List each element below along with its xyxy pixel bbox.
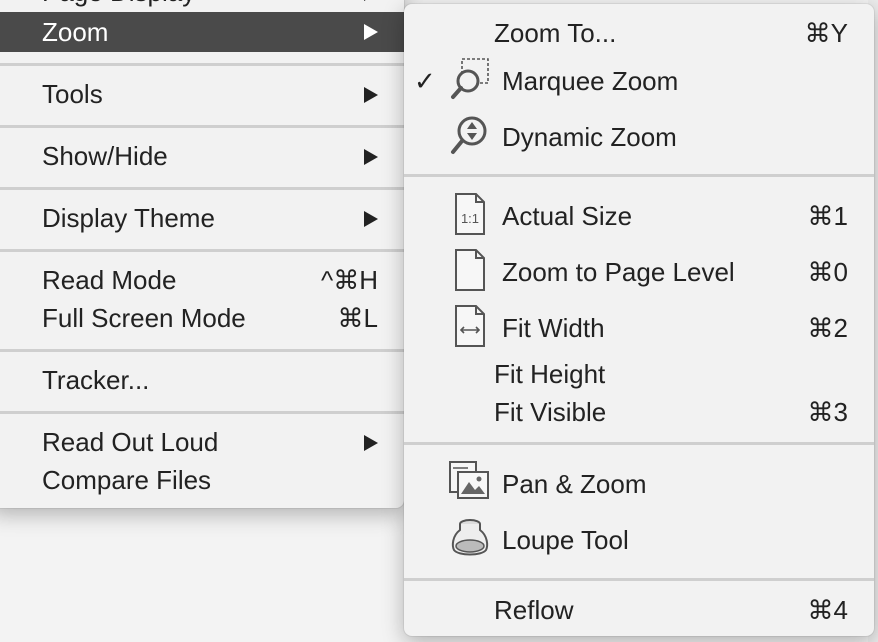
shortcut-label: ⌘1 bbox=[807, 201, 848, 231]
menu-item-tracker[interactable]: Tracker... bbox=[0, 362, 404, 398]
loupe-icon bbox=[448, 516, 492, 560]
menu-item-label: Actual Size bbox=[502, 201, 633, 231]
svg-text:1:1: 1:1 bbox=[461, 211, 479, 226]
menu-separator bbox=[0, 187, 404, 190]
shortcut-label: ⌘Y bbox=[804, 18, 848, 48]
menu-item-display-theme[interactable]: Display Theme bbox=[0, 200, 404, 236]
menu-item-zoom[interactable]: Zoom bbox=[0, 12, 404, 52]
menu-separator bbox=[0, 249, 404, 252]
menu-item-label: Reflow bbox=[494, 595, 574, 625]
menu-item-label: Show/Hide bbox=[42, 141, 168, 171]
menu-item-page-display[interactable]: Page Display bbox=[0, 0, 404, 10]
menu-item-label: Zoom To... bbox=[494, 18, 617, 48]
menu-separator bbox=[404, 174, 874, 177]
dynamic-zoom-icon bbox=[448, 113, 492, 157]
menu-item-label: Tools bbox=[42, 79, 103, 109]
pan-zoom-icon bbox=[448, 460, 492, 504]
menu-item-show-hide[interactable]: Show/Hide bbox=[0, 138, 404, 174]
submenu-item-marquee-zoom[interactable]: ✓ Marquee Zoom bbox=[404, 58, 874, 99]
menu-item-compare-files[interactable]: Compare Files bbox=[0, 462, 404, 498]
shortcut-label: ⌘4 bbox=[807, 595, 848, 625]
submenu-item-zoom-to-page-level[interactable]: Zoom to Page Level ⌘0 bbox=[404, 249, 874, 291]
menu-item-label: Tracker... bbox=[42, 365, 150, 395]
checkmark-icon: ✓ bbox=[414, 66, 436, 96]
submenu-item-fit-height[interactable]: Fit Height bbox=[404, 356, 874, 392]
submenu-arrow-icon bbox=[364, 435, 378, 451]
submenu-arrow-icon bbox=[364, 24, 378, 40]
shortcut-label: ⌘2 bbox=[807, 313, 848, 343]
menu-item-label: Full Screen Mode bbox=[42, 303, 246, 333]
submenu-item-fit-visible[interactable]: Fit Visible ⌘3 bbox=[404, 394, 874, 430]
menu-item-label: Read Mode bbox=[42, 265, 177, 295]
menu-item-label: Fit Width bbox=[502, 313, 605, 343]
menu-item-tools[interactable]: Tools bbox=[0, 76, 404, 112]
submenu-arrow-icon bbox=[364, 0, 378, 1]
menu-item-label: Read Out Loud bbox=[42, 427, 219, 457]
menu-separator bbox=[0, 349, 404, 352]
menu-item-label: Marquee Zoom bbox=[502, 66, 679, 96]
shortcut-label: ^⌘H bbox=[321, 265, 378, 295]
submenu-item-reflow[interactable]: Reflow ⌘4 bbox=[404, 592, 874, 628]
menu-item-label: Page Display bbox=[42, 0, 195, 10]
menu-item-label: Zoom bbox=[42, 17, 109, 47]
submenu-arrow-icon bbox=[364, 87, 378, 103]
actual-size-icon: 1:1 bbox=[448, 192, 492, 236]
menu-item-read-mode[interactable]: Read Mode ^⌘H bbox=[0, 262, 404, 298]
submenu-item-loupe-tool[interactable]: Loupe Tool bbox=[404, 519, 874, 558]
menu-item-label: Loupe Tool bbox=[502, 525, 629, 555]
menu-item-full-screen-mode[interactable]: Full Screen Mode ⌘L bbox=[0, 300, 404, 336]
submenu-item-zoom-to[interactable]: Zoom To... ⌘Y bbox=[404, 15, 874, 51]
view-menu: Page Display Zoom Tools Show/Hide Displa… bbox=[0, 0, 404, 508]
submenu-item-dynamic-zoom[interactable]: Dynamic Zoom bbox=[404, 116, 874, 155]
menu-separator bbox=[0, 411, 404, 414]
menu-separator bbox=[404, 578, 874, 581]
submenu-arrow-icon bbox=[364, 149, 378, 165]
zoom-submenu: Zoom To... ⌘Y ✓ Marquee Zoom Dynamic Zoo… bbox=[404, 4, 874, 636]
menu-item-label: Fit Height bbox=[494, 359, 606, 389]
menu-separator bbox=[0, 63, 404, 66]
menu-separator bbox=[0, 125, 404, 128]
marquee-zoom-icon bbox=[448, 57, 492, 101]
submenu-item-pan-zoom[interactable]: Pan & Zoom bbox=[404, 461, 874, 502]
submenu-item-fit-width[interactable]: Fit Width ⌘2 bbox=[404, 305, 874, 347]
menu-item-read-out-loud[interactable]: Read Out Loud bbox=[0, 424, 404, 460]
fit-width-icon bbox=[448, 304, 492, 348]
shortcut-label: ⌘0 bbox=[807, 257, 848, 287]
page-icon bbox=[448, 248, 492, 292]
menu-item-label: Zoom to Page Level bbox=[502, 257, 735, 287]
submenu-arrow-icon bbox=[364, 211, 378, 227]
menu-item-label: Pan & Zoom bbox=[502, 469, 647, 499]
submenu-item-actual-size[interactable]: 1:1 Actual Size ⌘1 bbox=[404, 193, 874, 235]
menu-item-label: Compare Files bbox=[42, 465, 212, 495]
menu-item-label: Fit Visible bbox=[494, 397, 607, 427]
menu-item-label: Display Theme bbox=[42, 203, 215, 233]
menu-item-label: Dynamic Zoom bbox=[502, 122, 677, 152]
menu-separator bbox=[404, 442, 874, 445]
shortcut-label: ⌘L bbox=[337, 303, 378, 333]
shortcut-label: ⌘3 bbox=[807, 397, 848, 427]
